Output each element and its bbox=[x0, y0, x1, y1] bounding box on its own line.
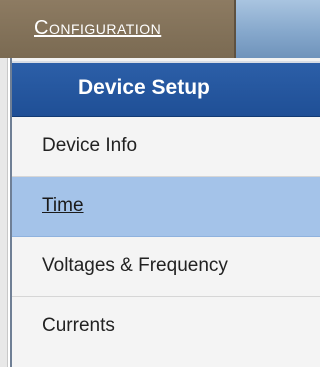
menu-item-currents[interactable]: Currents bbox=[12, 297, 320, 367]
menu-section-header: Device Setup bbox=[12, 61, 320, 117]
menu-item-label[interactable]: Currents bbox=[42, 315, 115, 337]
top-nav-bar: Configuration bbox=[0, 0, 320, 58]
page-edge bbox=[0, 58, 8, 367]
menu-section-header-label: Device Setup bbox=[78, 76, 210, 99]
menu-item-label[interactable]: Time bbox=[42, 195, 84, 217]
menu-item-device-info[interactable]: Device Info bbox=[12, 117, 320, 177]
app-frame: Configuration Device Setup Device Info T… bbox=[0, 0, 320, 367]
menu-item-label[interactable]: Device Info bbox=[42, 135, 137, 157]
configuration-dropdown-menu: Device Setup Device Info Time Voltages &… bbox=[10, 58, 320, 367]
menu-item-time[interactable]: Time bbox=[12, 177, 320, 237]
tab-configuration-label[interactable]: Configuration bbox=[34, 17, 161, 40]
tab-configuration[interactable]: Configuration bbox=[0, 0, 236, 58]
menu-item-voltages-frequency[interactable]: Voltages & Frequency bbox=[12, 237, 320, 297]
menu-item-label[interactable]: Voltages & Frequency bbox=[42, 255, 228, 277]
